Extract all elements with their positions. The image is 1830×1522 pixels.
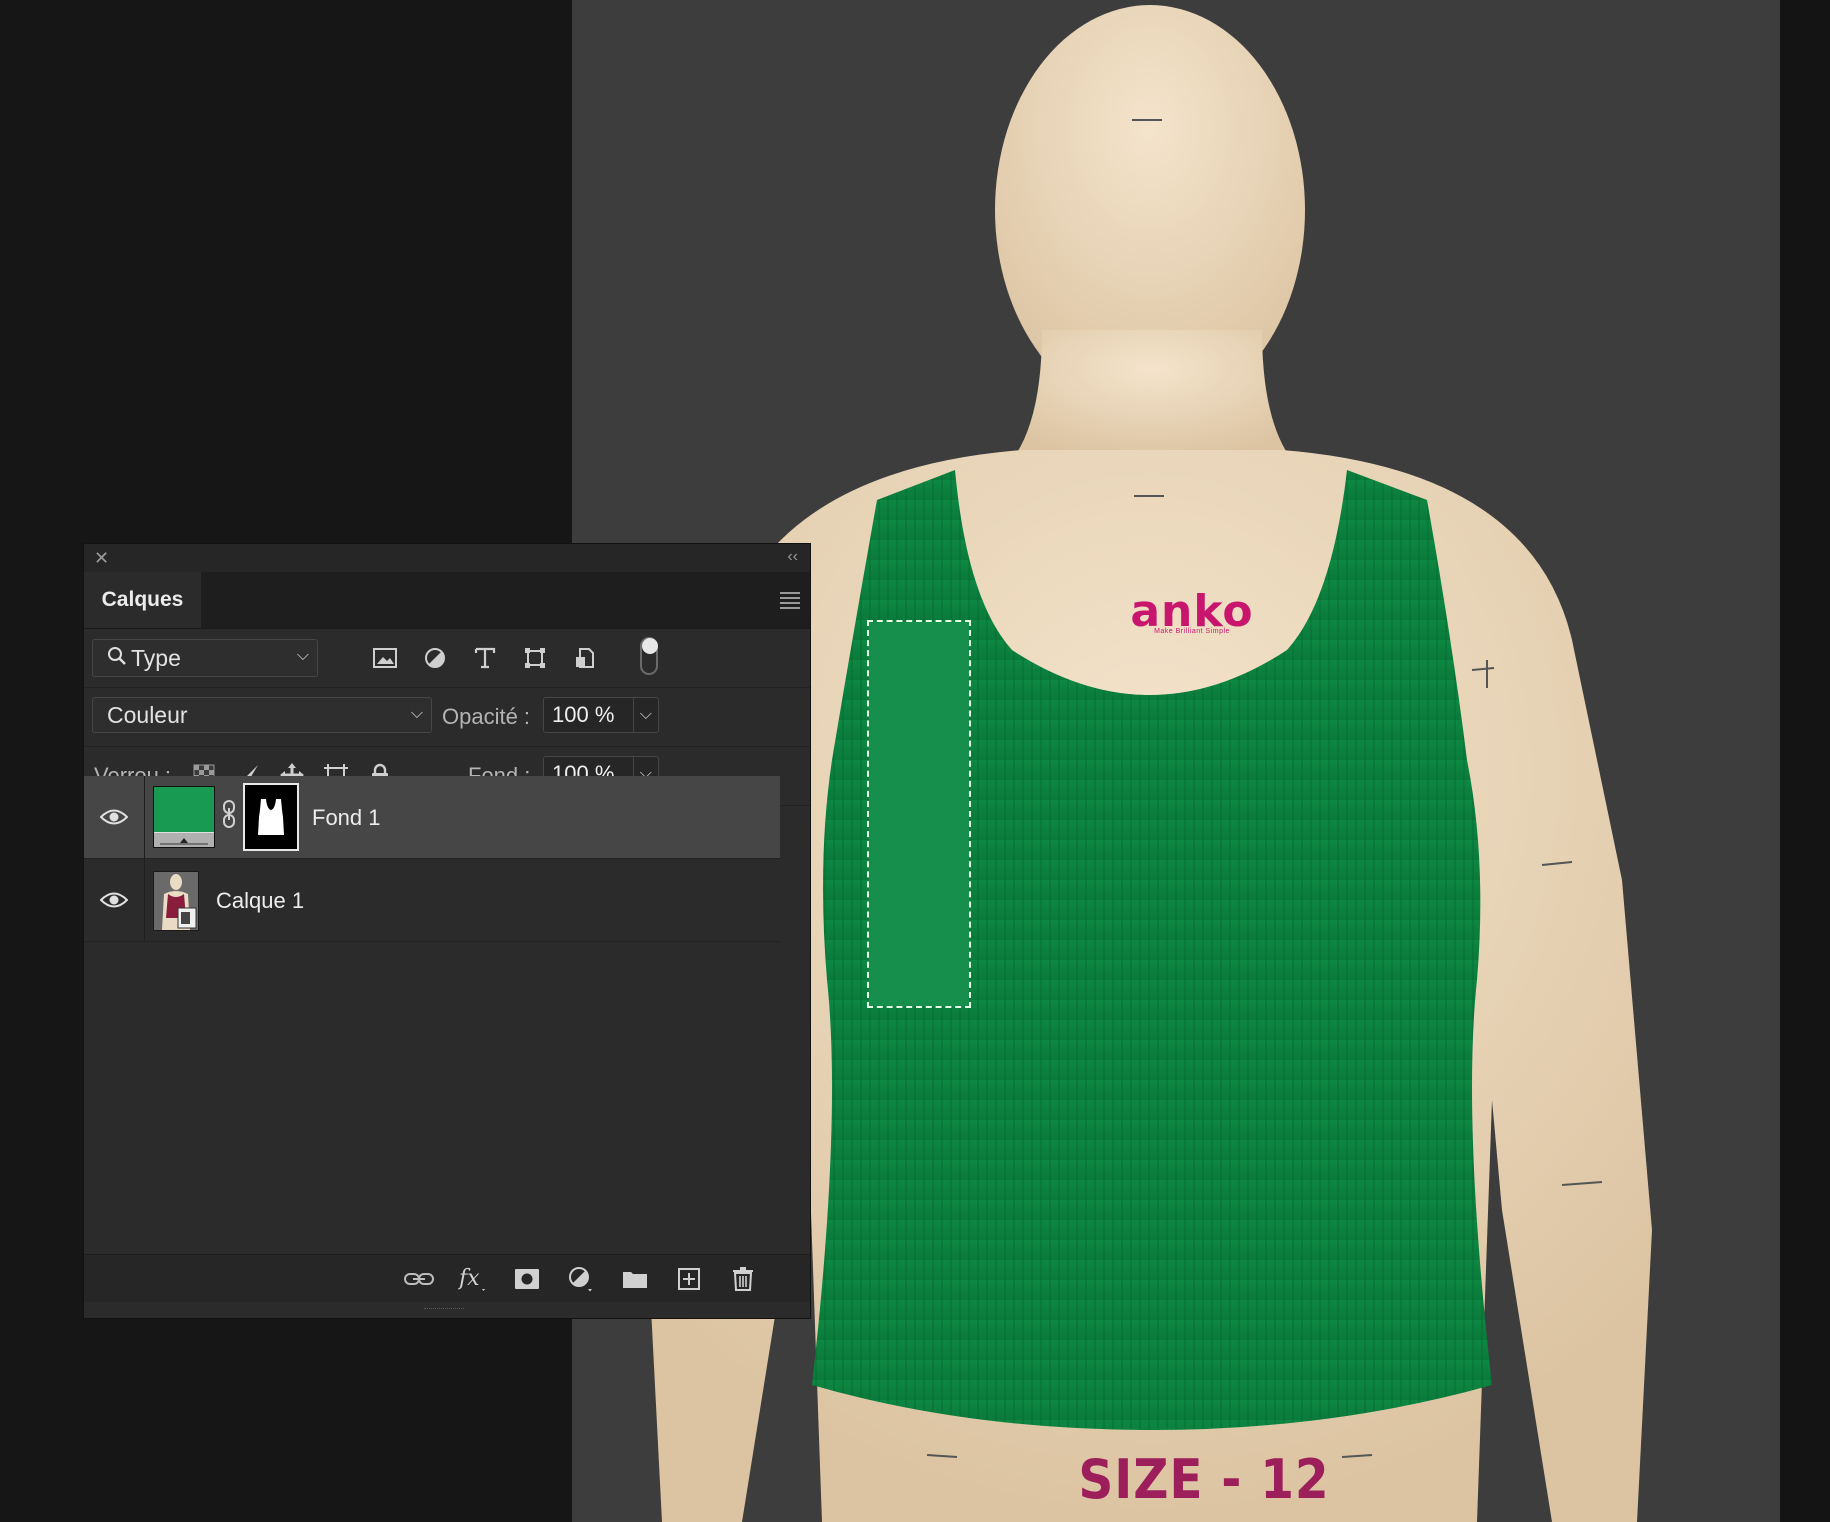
- filter-type-label: Type: [131, 644, 181, 671]
- layer-row-calque-1[interactable]: Calque 1: [84, 859, 780, 942]
- type-filter-icon[interactable]: [467, 641, 503, 675]
- opacity-label: Opacité :: [442, 704, 531, 729]
- fill-layer-thumbnail[interactable]: [153, 786, 215, 848]
- panel-bottom-toolbar: fx: [84, 1254, 810, 1303]
- size-label: SIZE - 12: [1078, 1448, 1330, 1511]
- tab-layers[interactable]: Calques: [84, 572, 201, 628]
- close-panel-icon[interactable]: ✕: [94, 548, 109, 569]
- layer-name[interactable]: Fond 1: [312, 805, 381, 831]
- adjustment-filter-icon[interactable]: [417, 641, 453, 675]
- adjustment-layer-icon[interactable]: [564, 1263, 598, 1295]
- panel-tab-row: Calques: [84, 572, 810, 629]
- layers-panel: ✕ ‹‹ Calques Type ⌵ Couleur ⌵ Opacité: …: [83, 543, 811, 1319]
- layer-name[interactable]: Calque 1: [216, 888, 304, 914]
- collapse-panel-icon[interactable]: ‹‹: [787, 548, 798, 566]
- blend-mode-select[interactable]: Couleur ⌵: [92, 697, 432, 733]
- brand-tagline: Make Brilliant Simple: [1154, 628, 1230, 635]
- layer-row-fond-1[interactable]: Fond 1: [84, 776, 780, 859]
- panel-header-bar: ✕ ‹‹: [84, 544, 810, 572]
- trash-icon[interactable]: [726, 1263, 760, 1295]
- chevron-down-icon: ⌵: [410, 705, 423, 722]
- visibility-eye-icon[interactable]: [84, 776, 144, 858]
- image-filter-icon[interactable]: [367, 641, 403, 675]
- chevron-down-icon: ⌵: [296, 647, 309, 664]
- layer-mask-thumbnail[interactable]: [243, 783, 299, 851]
- link-layers-icon[interactable]: [402, 1263, 436, 1295]
- marquee-selection[interactable]: [867, 620, 971, 1008]
- opacity-value: 100 %: [552, 702, 615, 727]
- add-mask-icon[interactable]: [510, 1263, 544, 1295]
- mask-link-chain-icon[interactable]: [222, 800, 236, 834]
- layer-filter-row: Type ⌵: [84, 629, 810, 688]
- smart-object-filter-icon[interactable]: [567, 641, 603, 675]
- panel-menu-icon[interactable]: [780, 592, 800, 612]
- svg-text:fx: fx: [458, 1266, 480, 1291]
- fx-icon[interactable]: fx: [456, 1263, 490, 1295]
- layers-list: Fond 1 Calque 1: [84, 776, 812, 1224]
- new-layer-icon[interactable]: [672, 1263, 706, 1295]
- layer-filter-select[interactable]: Type ⌵: [92, 639, 318, 677]
- visibility-eye-icon[interactable]: [84, 859, 144, 941]
- filter-toggle-switch[interactable]: [640, 637, 658, 675]
- chevron-down-icon[interactable]: ⌵: [632, 698, 658, 732]
- panel-resize-handle[interactable]: [84, 1302, 810, 1318]
- smart-object-layer-thumbnail[interactable]: [153, 871, 199, 931]
- search-icon: [107, 645, 127, 672]
- blend-mode-value: Couleur: [107, 701, 188, 728]
- group-folder-icon[interactable]: [618, 1263, 652, 1295]
- workspace-right-edge: [1780, 0, 1830, 1522]
- opacity-field[interactable]: 100 % ⌵: [543, 697, 659, 733]
- blend-mode-row: Couleur ⌵ Opacité : 100 % ⌵: [84, 688, 810, 747]
- shape-filter-icon[interactable]: [517, 641, 553, 675]
